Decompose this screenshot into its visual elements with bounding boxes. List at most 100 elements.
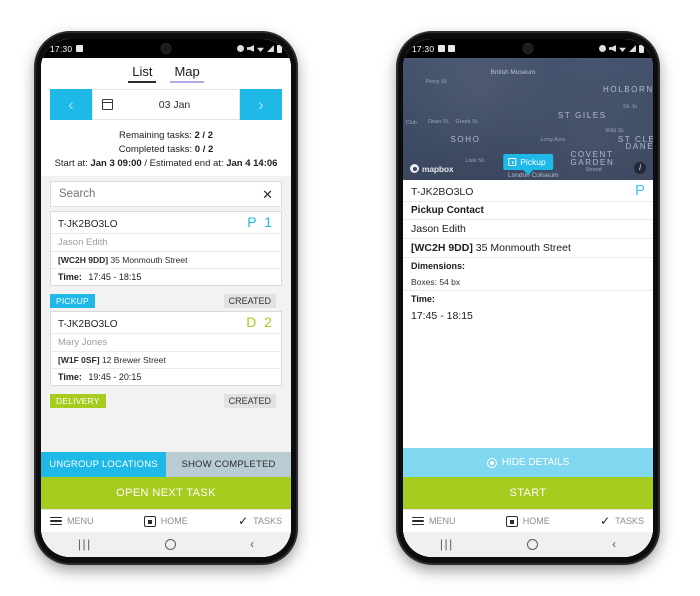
- mapbox-icon: [410, 164, 419, 173]
- search-box[interactable]: ✕: [50, 181, 282, 208]
- list-item[interactable]: T-JK2BO3LO P 1 Jason Edith [WC2H 9DD] 35…: [50, 211, 282, 311]
- tasks-button[interactable]: ✓ TASKS: [600, 515, 644, 527]
- home-circle-icon[interactable]: [527, 538, 539, 550]
- task-contact-row: Mary Jones: [51, 334, 281, 353]
- view-tabs: List Map: [41, 58, 291, 86]
- detail-contact-row: Jason Edith: [403, 220, 653, 239]
- task-card[interactable]: T-JK2BO3LO P 1 Jason Edith [WC2H 9DD] 35…: [50, 211, 282, 287]
- wifi-icon: [257, 47, 264, 52]
- tab-list[interactable]: List: [128, 63, 157, 83]
- map-label: GARDEN: [570, 157, 615, 167]
- wifi-icon: [619, 47, 626, 52]
- right-phone-screen: 17:30 British Museum HOLBORN Percy St Cl…: [403, 39, 653, 557]
- dimensions-label: Dimensions:: [411, 260, 466, 271]
- task-time-value: 17:45 - 18:15: [88, 272, 142, 283]
- remaining-tasks-line: Remaining tasks: 2 / 2: [51, 129, 281, 143]
- screenshot-icon: [76, 45, 84, 52]
- screenshot-icon: [448, 45, 456, 52]
- list-item[interactable]: T-JK2BO3LO D 2 Mary Jones [W1F 0SF] 12 B…: [50, 311, 282, 411]
- map-view[interactable]: British Museum HOLBORN Percy St Club ST GILE…: [403, 58, 653, 180]
- back-button[interactable]: ‹: [612, 538, 616, 550]
- mapbox-label: mapbox: [422, 163, 454, 174]
- date-field[interactable]: 03 Jan: [92, 89, 240, 120]
- status-left-icons: [76, 45, 84, 52]
- check-icon: ✓: [238, 514, 249, 528]
- left-phone-frame: 17:30 List Map ‹ 03 Jan › Remaining task…: [36, 33, 296, 563]
- task-time-row: Time: 19:45 - 20:15: [51, 369, 281, 385]
- task-detail-panel: T-JK2BO3LO P Pickup Contact Jason Edith …: [403, 179, 653, 448]
- map-label: Long Acre: [540, 136, 566, 143]
- hide-details-button[interactable]: HIDE DETAILS: [403, 448, 653, 477]
- contact-name: Jason Edith: [411, 222, 466, 235]
- pickup-map-marker[interactable]: Pickup: [503, 154, 553, 170]
- hide-details-label: HIDE DETAILS: [501, 457, 570, 468]
- start-button[interactable]: START: [403, 477, 653, 509]
- home-button[interactable]: HOME: [143, 515, 188, 527]
- alarm-icon: [237, 45, 244, 52]
- time-value: 17:45 - 18:15: [411, 309, 473, 322]
- search-area: ✕: [41, 176, 291, 212]
- right-phone-frame: 17:30 British Museum HOLBORN Percy St Cl…: [398, 33, 658, 563]
- recents-button[interactable]: |||: [440, 538, 454, 550]
- battery-icon: [277, 44, 282, 53]
- status-time: 17:30: [412, 43, 435, 54]
- map-label: Lisle St.: [465, 157, 486, 164]
- completed-tasks-value: 0 / 2: [194, 143, 214, 155]
- hamburger-icon: [412, 516, 424, 526]
- search-input[interactable]: [59, 188, 263, 201]
- task-postcode: [WC2H 9DD]: [58, 255, 109, 266]
- task-time-row: Time: 17:45 - 18:15: [51, 269, 281, 285]
- task-postcode: [W1F 0SF]: [58, 355, 100, 366]
- task-type-chip: DELIVERY: [50, 394, 106, 409]
- mute-icon: [609, 45, 616, 52]
- tasks-label: TASKS: [615, 516, 644, 526]
- next-day-button[interactable]: ›: [240, 89, 282, 120]
- back-button[interactable]: ‹: [250, 538, 254, 550]
- task-id: T-JK2BO3LO: [411, 185, 474, 198]
- start-at-value: Jan 3 09:00: [90, 157, 142, 169]
- status-time: 17:30: [50, 43, 73, 54]
- task-address-row: [W1F 0SF] 12 Brewer Street: [51, 352, 281, 370]
- task-card[interactable]: T-JK2BO3LO D 2 Mary Jones [W1F 0SF] 12 B…: [50, 311, 282, 387]
- recents-button[interactable]: |||: [78, 538, 92, 550]
- previous-day-button[interactable]: ‹: [50, 89, 92, 120]
- map-info-icon[interactable]: i: [634, 161, 646, 174]
- left-status-bar: 17:30: [41, 39, 291, 58]
- pickup-contact-label: Pickup Contact: [411, 204, 484, 216]
- task-list[interactable]: T-JK2BO3LO P 1 Jason Edith [WC2H 9DD] 35…: [41, 211, 291, 452]
- home-circle-icon[interactable]: [165, 538, 177, 550]
- status-right-icons: [237, 44, 282, 53]
- remaining-tasks-value: 2 / 2: [194, 130, 214, 141]
- signal-icon: [629, 45, 636, 52]
- home-label: HOME: [160, 516, 188, 526]
- open-next-task-button[interactable]: OPEN NEXT TASK: [41, 477, 291, 509]
- detail-time-label-row: Time:: [403, 291, 653, 307]
- detail-dimensions-row: Boxes: 54 bx: [403, 274, 653, 291]
- detail-address-row: [WC2H 9DD] 35 Monmouth Street: [403, 239, 653, 258]
- screenshot-stage: 17:30 List Map ‹ 03 Jan › Remaining task…: [0, 0, 700, 596]
- dimensions-value: Boxes: 54 bx: [411, 276, 461, 287]
- ungroup-locations-button[interactable]: UNGROUP LOCATIONS: [41, 452, 166, 477]
- date-navigation: ‹ 03 Jan ›: [41, 86, 291, 124]
- task-contact-row: Jason Edith: [51, 234, 281, 253]
- map-label: DANE: [625, 141, 653, 151]
- task-card-footer: DELIVERY CREATED: [50, 392, 282, 411]
- tab-map[interactable]: Map: [170, 63, 204, 83]
- status-badge: CREATED: [223, 294, 276, 309]
- tasks-button[interactable]: ✓ TASKS: [238, 515, 282, 527]
- battery-icon: [639, 44, 644, 53]
- task-time-value: 19:45 - 20:15: [88, 372, 142, 383]
- close-icon[interactable]: ✕: [262, 188, 273, 201]
- left-app-bottom-nav: MENU HOME ✓ TASKS: [41, 509, 291, 532]
- right-app-body: British Museum HOLBORN Percy St Club ST GILE…: [403, 58, 653, 557]
- left-system-nav: ||| ‹: [41, 532, 291, 557]
- left-phone-screen: 17:30 List Map ‹ 03 Jan › Remaining task…: [41, 39, 291, 557]
- schedule-line: Start at: Jan 3 09:00 / Estimated end at…: [51, 157, 281, 171]
- home-button[interactable]: HOME: [505, 515, 550, 527]
- menu-button[interactable]: MENU: [50, 516, 94, 526]
- show-completed-button[interactable]: SHOW COMPLETED: [166, 452, 291, 477]
- menu-label: MENU: [429, 516, 456, 526]
- task-card-footer: PICKUP CREATED: [50, 292, 282, 311]
- menu-button[interactable]: MENU: [412, 516, 456, 526]
- calendar-icon: [101, 99, 114, 110]
